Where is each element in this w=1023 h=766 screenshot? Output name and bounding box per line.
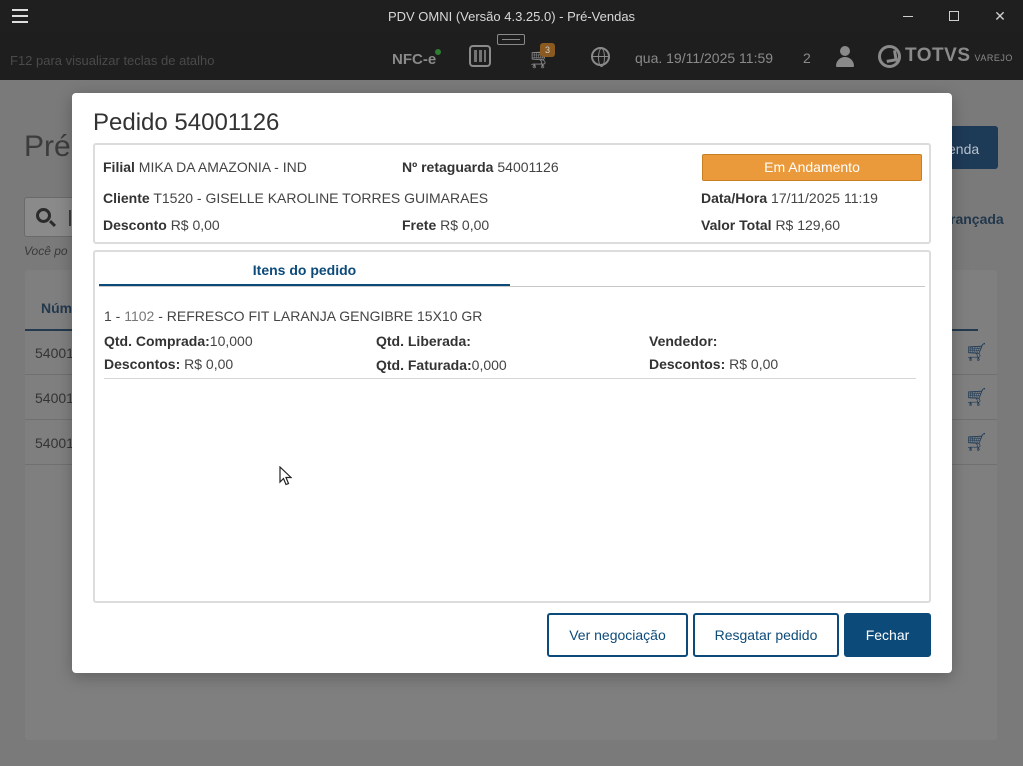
desconto-label: Desconto [103, 217, 167, 233]
totvs-logo-icon [878, 44, 901, 68]
valortotal-value: R$ 129,60 [775, 217, 841, 233]
totvs-logo: TOTVS VAREJO [878, 44, 1013, 68]
search-hint: Você po [24, 244, 68, 258]
window-title: PDV OMNI (Versão 4.3.25.0) - Pré-Vendas [387, 9, 636, 24]
datahora-label: Data/Hora [701, 190, 768, 206]
tab-itens-do-pedido[interactable]: Itens do pedido [99, 252, 510, 286]
page-title: Pré [24, 130, 71, 163]
descontos-field: Descontos: R$ 0,00 [104, 356, 233, 372]
search-icon [36, 208, 51, 223]
fechar-button[interactable]: Fechar [844, 613, 931, 657]
filial-value: MIKA DA AMAZONIA - IND [138, 159, 307, 175]
qtd-faturada-value: 0,000 [471, 357, 507, 373]
item-code: 1102 [124, 308, 155, 324]
window-titlebar: PDV OMNI (Versão 4.3.25.0) - Pré-Vendas … [0, 0, 1023, 32]
cart-icon[interactable]: 🛒︎ [965, 342, 988, 363]
vendedor-label: Vendedor: [649, 333, 718, 349]
mouse-cursor-icon [279, 466, 293, 486]
keyboard-icon[interactable] [497, 34, 525, 45]
descontos2-label: Descontos: [649, 356, 726, 372]
frete-label: Frete [402, 217, 437, 233]
cart-count-badge: 3 [540, 43, 555, 57]
qtd-comprada-label: Qtd. Comprada: [104, 333, 210, 349]
qtd-comprada-field: Qtd. Comprada:10,000 [104, 333, 253, 349]
item-title: 1 - 1102 - REFRESCO FIT LARANJA GENGIBRE… [104, 308, 482, 324]
ver-negociacao-button[interactable]: Ver negociação [547, 613, 688, 657]
globe-icon[interactable] [591, 47, 610, 67]
minimize-button[interactable] [885, 0, 931, 32]
descontos2-value: R$ 0,00 [729, 356, 779, 372]
row-number: 54001 [35, 390, 74, 406]
frete-field: Frete R$ 0,00 [402, 217, 489, 233]
user-icon[interactable] [836, 46, 854, 68]
maximize-icon [949, 11, 959, 21]
row-number: 54001 [35, 345, 74, 361]
cart-icon[interactable]: 🛒︎ [965, 432, 988, 453]
item-index: 1 - [104, 308, 125, 324]
order-modal: Pedido 54001126 Filial MIKA DA AMAZONIA … [72, 93, 952, 673]
datahora-field: Data/Hora 17/11/2025 11:19 [701, 190, 878, 206]
close-window-button[interactable]: ✕ [977, 0, 1023, 32]
descontos2-field: Descontos: R$ 0,00 [649, 356, 778, 372]
filial-field: Filial MIKA DA AMAZONIA - IND [103, 159, 307, 175]
desconto-field: Desconto R$ 0,00 [103, 217, 220, 233]
valortotal-label: Valor Total [701, 217, 772, 233]
qtd-liberada-field: Qtd. Liberada: [376, 333, 471, 349]
app-header: F12 para visualizar teclas de atalho NFC… [0, 32, 1023, 80]
vendedor-field: Vendedor: [649, 333, 717, 349]
frete-value: R$ 0,00 [440, 217, 490, 233]
maximize-button[interactable] [931, 0, 977, 32]
qtd-faturada-field: Qtd. Faturada:0,000 [376, 357, 507, 373]
nfce-status[interactable]: NFC-e [392, 51, 436, 68]
modal-title: Pedido 54001126 [93, 109, 280, 136]
qr-code-icon[interactable] [469, 45, 491, 67]
item-divider [104, 378, 916, 379]
datahora-value: 17/11/2025 11:19 [771, 190, 878, 206]
minimize-icon [903, 15, 913, 17]
advanced-search-link[interactable]: rançada [950, 211, 1004, 227]
current-datetime: qua. 19/11/2025 11:59 [635, 50, 774, 66]
cliente-label: Cliente [103, 190, 150, 206]
status-badge: Em Andamento [702, 154, 922, 181]
filial-label: Filial [103, 159, 135, 175]
valortotal-field: Valor Total R$ 129,60 [701, 217, 840, 233]
order-info-panel: Filial MIKA DA AMAZONIA - IND Nº retagua… [93, 143, 931, 244]
qtd-liberada-label: Qtd. Liberada: [376, 333, 471, 349]
retaguarda-label: Nº retaguarda [402, 159, 494, 175]
retaguarda-value: 54001126 [497, 159, 559, 175]
shortcut-hint: F12 para visualizar teclas de atalho [10, 53, 215, 68]
cliente-value: T1520 - GISELLE KAROLINE TORRES GUIMARAE… [153, 190, 489, 206]
logo-text: TOTVS [905, 45, 971, 66]
column-header-numero[interactable]: Núm [41, 300, 72, 316]
order-items-panel: Itens do pedido 1 - 1102 - REFRESCO FIT … [93, 250, 931, 603]
descontos-label: Descontos: [104, 356, 181, 372]
item-description: - REFRESCO FIT LARANJA GENGIBRE 15X10 GR [154, 308, 483, 324]
terminal-count: 2 [803, 50, 811, 66]
resgatar-pedido-button[interactable]: Resgatar pedido [693, 613, 839, 657]
desconto-value: R$ 0,00 [170, 217, 220, 233]
qtd-comprada-value: 10,000 [209, 333, 253, 349]
cliente-field: Cliente T1520 - GISELLE KAROLINE TORRES … [103, 190, 488, 206]
row-number: 54001 [35, 435, 74, 451]
close-icon: ✕ [994, 7, 1006, 24]
cart-icon[interactable]: 🛒︎ [965, 387, 988, 408]
nfce-online-indicator [435, 49, 441, 55]
descontos-value: R$ 0,00 [184, 356, 234, 372]
qtd-faturada-label: Qtd. Faturada: [376, 357, 472, 373]
retaguarda-field: Nº retaguarda 54001126 [402, 159, 559, 175]
logo-subtext: VAREJO [974, 53, 1013, 63]
